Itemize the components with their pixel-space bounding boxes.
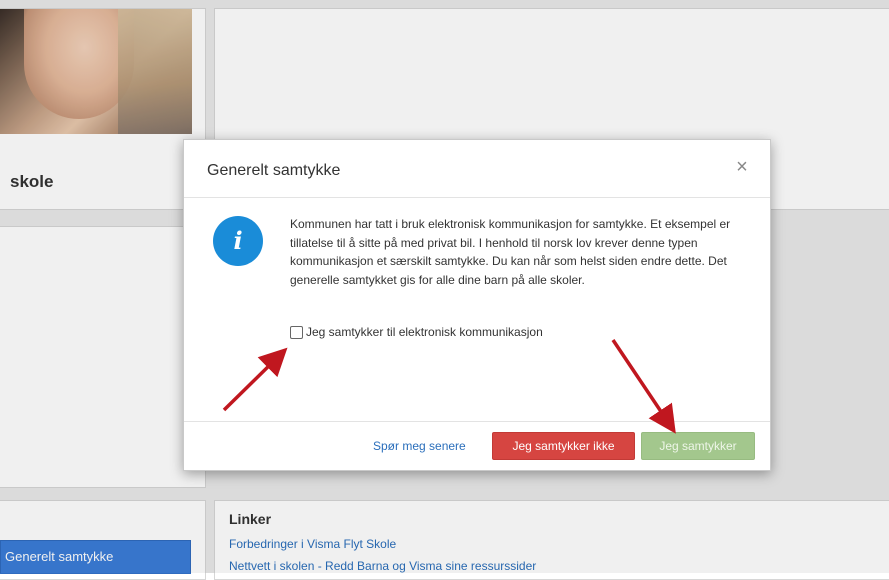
close-icon[interactable]: × <box>732 157 752 177</box>
dialog-title: Generelt samtykke <box>207 162 341 179</box>
consent-checkbox[interactable] <box>290 326 303 339</box>
info-icon: i <box>213 216 263 266</box>
decline-button[interactable]: Jeg samtykker ikke <box>492 432 635 460</box>
dialog-body-text: Kommunen har tatt i bruk elektronisk kom… <box>290 217 731 287</box>
ask-later-link[interactable]: Spør meg senere <box>373 439 466 453</box>
dialog-header: Generelt samtykke × <box>184 140 770 198</box>
accept-button[interactable]: Jeg samtykker <box>641 432 755 460</box>
consent-dialog: Generelt samtykke × i Kommunen har tatt … <box>183 139 771 471</box>
consent-checkbox-label[interactable]: Jeg samtykker til elektronisk kommunikas… <box>306 325 543 339</box>
